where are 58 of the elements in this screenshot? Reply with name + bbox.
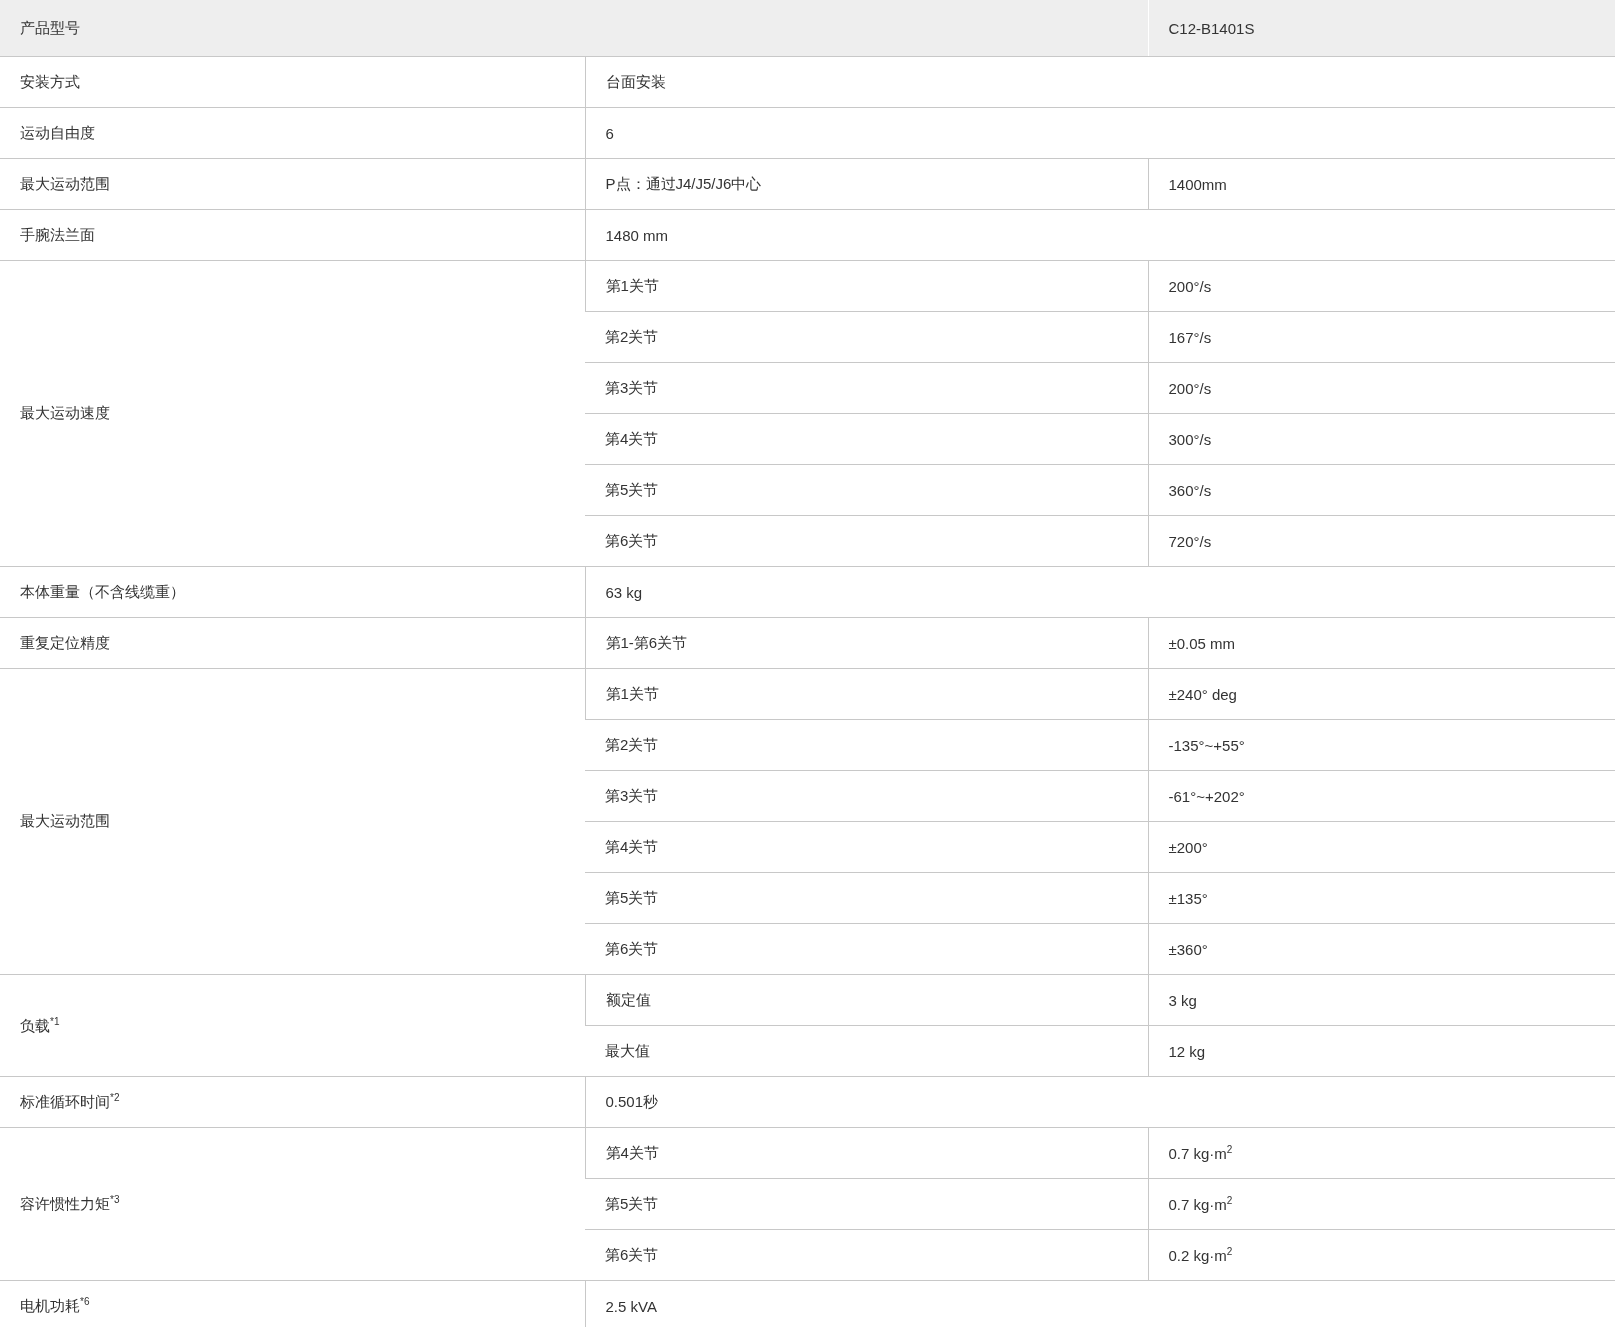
table-cell: 0.7 kg·m$^{2}$ — [1148, 1127, 1615, 1179]
table-cell: 第6关节 — [585, 1229, 1148, 1281]
table-cell: 运动自由度 — [0, 107, 585, 159]
table-cell: ±240° deg — [1148, 668, 1615, 720]
table-cell: 3 kg — [1148, 974, 1615, 1026]
header-cell: C12-B1401S — [1148, 0, 1615, 57]
table-cell: 1480 mm — [585, 209, 1615, 261]
table-cell: 第3关节 — [585, 770, 1148, 822]
table-cell: 容许惯性力矩$^{*3}$ — [0, 1127, 585, 1281]
table-cell: 第3关节 — [585, 362, 1148, 414]
table-cell: 167°/s — [1148, 311, 1615, 363]
table-cell: 第4关节 — [585, 413, 1148, 465]
table-cell: 360°/s — [1148, 464, 1615, 516]
table-cell: 第4关节 — [585, 1127, 1148, 1179]
table-cell: -135°~+55° — [1148, 719, 1615, 771]
table-cell: 200°/s — [1148, 260, 1615, 312]
table-cell: 最大运动范围 — [0, 668, 585, 975]
table-cell: 第5关节 — [585, 464, 1148, 516]
table-cell: 第6关节 — [585, 515, 1148, 567]
table-cell: 负载$^{*1}$ — [0, 974, 585, 1077]
table-cell: 第6关节 — [585, 923, 1148, 975]
table-cell: 第2关节 — [585, 311, 1148, 363]
table-cell: 0.501秒 — [585, 1076, 1615, 1128]
header-cell: 产品型号 — [0, 0, 1148, 57]
table-cell: 63 kg — [585, 566, 1615, 618]
table-cell: 第5关节 — [585, 1178, 1148, 1230]
table-cell: -61°~+202° — [1148, 770, 1615, 822]
table-cell: 0.2 kg·m$^{2}$ — [1148, 1229, 1615, 1281]
table-cell: 电机功耗$^{*6}$ — [0, 1280, 585, 1327]
table-cell: ±360° — [1148, 923, 1615, 975]
table-cell: 0.7 kg·m$^{2}$ — [1148, 1178, 1615, 1230]
table-cell: 300°/s — [1148, 413, 1615, 465]
table-cell: ±0.05 mm — [1148, 617, 1615, 669]
table-cell: 200°/s — [1148, 362, 1615, 414]
table-cell: 第1关节 — [585, 260, 1148, 312]
table-cell: 台面安装 — [585, 56, 1615, 108]
table-cell: 重复定位精度 — [0, 617, 585, 669]
table-cell: 第1关节 — [585, 668, 1148, 720]
table-cell: ±135° — [1148, 872, 1615, 924]
table-cell: 最大值 — [585, 1025, 1148, 1077]
table-cell: ±200° — [1148, 821, 1615, 873]
table-cell: 安装方式 — [0, 56, 585, 108]
table-cell: 2.5 kVA — [585, 1280, 1615, 1327]
table-cell: 最大运动速度 — [0, 260, 585, 567]
table-cell: 第4关节 — [585, 821, 1148, 873]
table-cell: 1400mm — [1148, 158, 1615, 210]
table-cell: 第5关节 — [585, 872, 1148, 924]
table-cell: 12 kg — [1148, 1025, 1615, 1077]
table-cell: 第1-第6关节 — [585, 617, 1148, 669]
table-cell: 720°/s — [1148, 515, 1615, 567]
table-cell: 本体重量（不含线缆重） — [0, 566, 585, 618]
table-cell: 6 — [585, 107, 1615, 159]
table-cell: 第2关节 — [585, 719, 1148, 771]
table-cell: 额定值 — [585, 974, 1148, 1026]
table-cell: 手腕法兰面 — [0, 209, 585, 261]
table-cell: 最大运动范围 — [0, 158, 585, 210]
table-cell: 标准循环时间$^{*2}$ — [0, 1076, 585, 1128]
table-cell: P点：通过J4/J5/J6中心 — [585, 158, 1148, 210]
